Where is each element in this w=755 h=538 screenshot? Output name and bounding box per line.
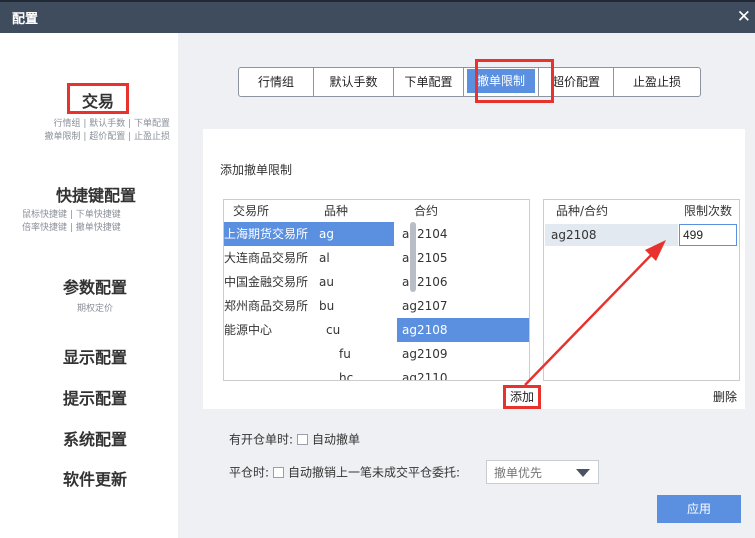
sidebar-item-system[interactable]: 系统配置 — [40, 426, 150, 450]
apply-button[interactable]: 应用 — [657, 495, 741, 523]
auto-cancel-label: 自动撤单 — [312, 432, 361, 447]
tab-cancel-limit-label: 撤单限制 — [467, 69, 535, 93]
cancel-priority-select[interactable]: 撤单优先 — [486, 460, 599, 484]
sidebar-item-tips[interactable]: 提示配置 — [40, 385, 150, 409]
add-button[interactable]: 添加 — [503, 385, 541, 409]
option-prefix: 平仓时: — [229, 465, 270, 480]
header-variety-contract: 品种/合约 — [556, 204, 609, 218]
delete-button[interactable]: 删除 — [713, 388, 737, 405]
variety-item[interactable]: bu — [319, 294, 394, 318]
header-limit-count: 限制次数 — [684, 204, 733, 218]
title-bar: 配置 ✕ — [0, 0, 755, 33]
row-variety: ag2108 — [545, 224, 678, 246]
contract-item[interactable]: ag2108 — [397, 318, 529, 342]
auto-cancel-close-label: 自动撤销上一笔未成交平仓委托: — [288, 465, 461, 480]
sidebar: 交易 行情组 | 默认手数 | 下单配置 撤单限制 | 超价配置 | 止盈止损 … — [0, 33, 178, 538]
auto-cancel-checkbox[interactable] — [297, 434, 309, 445]
tab-default-lots[interactable]: 默认手数 — [314, 68, 394, 96]
sub-line: 行情组 | 默认手数 | 下单配置 — [53, 119, 170, 129]
sidebar-item-display[interactable]: 显示配置 — [40, 344, 150, 368]
tab-overprice-config[interactable]: 超价配置 — [539, 68, 614, 96]
close-icon[interactable]: ✕ — [737, 7, 751, 27]
select-value: 撤单优先 — [494, 466, 543, 480]
sidebar-item-trade[interactable]: 交易 — [67, 88, 129, 112]
header-exchange: 交易所 — [233, 204, 270, 218]
variety-item[interactable]: fu — [319, 342, 394, 366]
tab-cancel-limit[interactable]: 撤单限制 — [464, 68, 539, 96]
cancel-limit-panel: 添加撤单限制 交易所 品种 合约 上海期货交易所 大连商品交易所 中国金融交易所… — [203, 129, 745, 409]
option-open-order: 有开仓单时: 自动撤单 — [229, 430, 360, 448]
contract-item[interactable]: ag2107 — [397, 294, 529, 318]
variety-item[interactable]: cu — [319, 318, 394, 342]
sidebar-item-hotkey-sub: 鼠标快捷键 | 下单快捷键 倍率快捷键 | 撤单快捷键 — [22, 209, 172, 235]
sidebar-item-param[interactable]: 参数配置 — [40, 274, 150, 298]
auto-cancel-close-checkbox[interactable] — [273, 467, 285, 478]
contract-item[interactable]: ag2106 — [397, 270, 529, 294]
tab-bar: 行情组 默认手数 下单配置 撤单限制 超价配置 止盈止损 — [238, 67, 701, 97]
tab-stop-profit-loss[interactable]: 止盈止损 — [614, 68, 700, 96]
exchange-item[interactable]: 能源中心 — [224, 318, 327, 342]
variety-scrollbar[interactable] — [410, 222, 416, 292]
exchange-item[interactable]: 郑州商品交易所 — [224, 294, 327, 318]
exchange-item[interactable]: 上海期货交易所 — [224, 222, 327, 246]
tab-order-config[interactable]: 下单配置 — [394, 68, 464, 96]
sub-line: 倍率快捷键 | 撤单快捷键 — [22, 223, 121, 233]
variety-item[interactable]: al — [319, 246, 394, 270]
exchange-item[interactable]: 中国金融交易所 — [224, 270, 327, 294]
chevron-down-icon — [576, 469, 590, 477]
sidebar-item-hotkey[interactable]: 快捷键配置 — [22, 182, 170, 206]
tab-quote-group[interactable]: 行情组 — [239, 68, 314, 96]
header-contract: 合约 — [414, 204, 439, 218]
contract-item[interactable]: ag2110 — [397, 366, 529, 380]
variety-list: ag al au bu cu fu hc — [319, 222, 394, 380]
variety-item[interactable]: ag — [319, 222, 394, 246]
exchange-list: 上海期货交易所 大连商品交易所 中国金融交易所 郑州商品交易所 能源中心 — [224, 222, 327, 342]
sub-line: 鼠标快捷键 | 下单快捷键 — [22, 210, 121, 220]
variety-item[interactable]: au — [319, 270, 394, 294]
contract-item[interactable]: ag2109 — [397, 342, 529, 366]
limit-count-input[interactable]: 499 — [679, 224, 737, 246]
option-prefix: 有开仓单时: — [229, 432, 294, 447]
header-variety: 品种 — [324, 204, 349, 218]
option-close-position: 平仓时: 自动撤销上一笔未成交平仓委托: — [229, 461, 460, 483]
contract-list: ag2104 ag2105 ag2106 ag2107 ag2108 ag210… — [397, 222, 529, 380]
window-title: 配置 — [12, 12, 39, 27]
variety-item[interactable]: hc — [319, 366, 394, 380]
source-table: 交易所 品种 合约 上海期货交易所 大连商品交易所 中国金融交易所 郑州商品交易… — [223, 199, 530, 381]
sidebar-item-trade-sub: 行情组 | 默认手数 | 下单配置 撤单限制 | 超价配置 | 止盈止损 — [22, 118, 170, 144]
contract-item[interactable]: ag2104 — [397, 222, 529, 246]
contract-item[interactable]: ag2105 — [397, 246, 529, 270]
panel-title: 添加撤单限制 — [220, 163, 293, 177]
sub-line: 撤单限制 | 超价配置 | 止盈止损 — [44, 132, 170, 142]
limit-table: 品种/合约 限制次数 ag2108 499 — [543, 199, 740, 381]
exchange-item[interactable]: 大连商品交易所 — [224, 246, 327, 270]
sidebar-item-update[interactable]: 软件更新 — [40, 466, 150, 490]
table-row[interactable]: ag2108 499 — [544, 224, 739, 246]
sidebar-item-param-sub: 期权定价 — [76, 304, 113, 314]
